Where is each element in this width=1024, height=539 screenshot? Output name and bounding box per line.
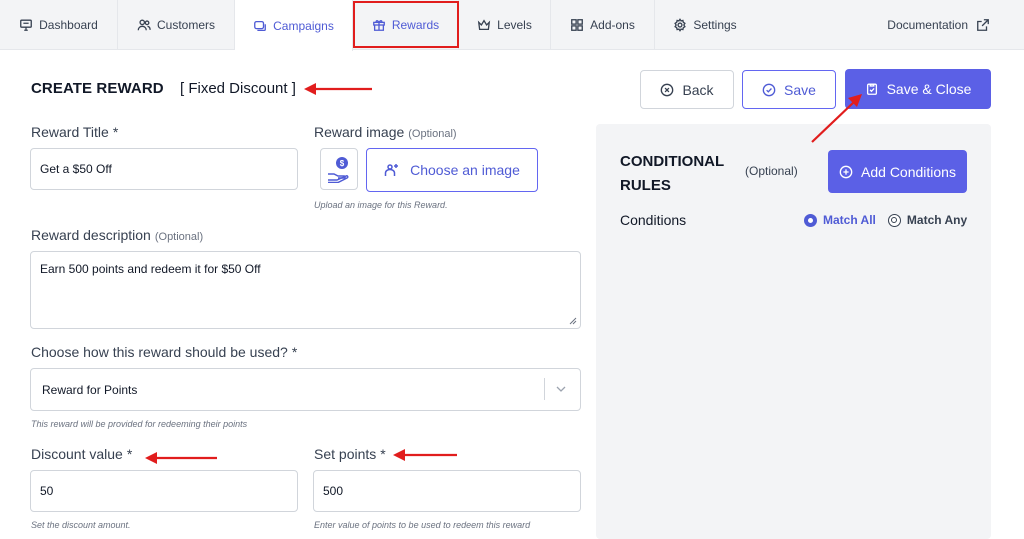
required-marker: *	[291, 344, 298, 360]
required-marker: *	[112, 124, 119, 140]
reward-image-thumbnail: $	[320, 148, 358, 190]
external-link-icon	[977, 19, 989, 31]
tab-label: Levels	[497, 18, 532, 32]
conditional-rules-title-line2: RULES	[620, 177, 671, 194]
tab-add-ons[interactable]: Add-ons	[551, 0, 655, 50]
back-label: Back	[682, 81, 714, 98]
discount-label: Discount value *	[31, 446, 132, 462]
resize-handle-icon[interactable]	[569, 317, 577, 325]
reward-title-value: Get a $50 Off	[40, 162, 112, 176]
reward-title-label: Reward Title *	[31, 124, 118, 140]
monitor-icon	[20, 19, 33, 31]
tab-label: Add-ons	[590, 18, 635, 32]
usage-label-text: Choose how this reward should be used?	[31, 344, 288, 360]
points-input[interactable]: 500	[313, 470, 581, 512]
discount-value-input[interactable]: 50	[30, 470, 298, 512]
reward-image-label-text: Reward image	[314, 124, 405, 140]
match-any-label: Match Any	[906, 213, 968, 227]
save-label: Save	[784, 81, 816, 98]
users-icon	[137, 19, 151, 31]
add-conditions-button[interactable]: Add Conditions	[828, 150, 967, 193]
usage-selected-value: Reward for Points	[42, 382, 138, 397]
conditional-rules-optional: (Optional)	[745, 164, 798, 178]
gear-icon	[674, 18, 687, 32]
usage-select[interactable]: Reward for Points	[30, 368, 581, 411]
documentation-link[interactable]: Documentation	[887, 0, 990, 50]
tab-campaigns[interactable]: Campaigns	[235, 0, 353, 51]
tab-label: Settings	[693, 18, 737, 32]
match-any-radio[interactable]	[887, 213, 901, 227]
discount-help-text: Set the discount amount.	[31, 520, 131, 530]
usage-help-text: This reward will be provided for redeemi…	[31, 419, 248, 429]
description-value: Earn 500 points and redeem it for $50 Of…	[40, 262, 261, 276]
tab-label: Dashboard	[39, 18, 98, 32]
tab-customers[interactable]: Customers	[118, 0, 235, 50]
check-circle-icon	[762, 83, 776, 96]
conditional-rules-title-line1: CONDITIONAL	[620, 153, 725, 170]
discount-label-text: Discount value	[31, 446, 123, 462]
gift-icon	[372, 20, 385, 31]
page-subtitle: [ Fixed Discount ]	[180, 80, 296, 97]
reward-title-input[interactable]: Get a $50 Off	[30, 148, 298, 190]
chevron-down-icon[interactable]	[555, 384, 567, 394]
description-textarea[interactable]: Earn 500 points and redeem it for $50 Of…	[30, 251, 581, 329]
choose-image-label: Choose an image	[410, 162, 520, 178]
points-help-text: Enter value of points to be used to rede…	[314, 520, 531, 530]
crown-icon	[478, 19, 491, 31]
annotation-arrow-title	[304, 83, 372, 95]
tab-rewards[interactable]: Rewards	[353, 0, 459, 50]
image-upload-icon	[384, 164, 399, 176]
required-marker: *	[126, 446, 133, 462]
points-value: 500	[323, 484, 344, 498]
clipboard-check-icon	[866, 83, 877, 95]
tab-label: Rewards	[391, 18, 440, 32]
reward-title-label-text: Reward Title	[31, 124, 109, 140]
back-button[interactable]: Back	[640, 70, 734, 109]
description-label: Reward description (Optional)	[31, 227, 203, 243]
conditional-rules-title: CONDITIONAL RULES	[620, 150, 740, 198]
reward-hand-coin-icon: $	[328, 157, 349, 183]
tab-label: Campaigns	[273, 18, 334, 33]
select-separator	[544, 378, 545, 400]
tab-settings[interactable]: Settings	[655, 0, 755, 50]
required-marker: *	[380, 446, 386, 462]
discount-value: 50	[40, 484, 54, 498]
points-label: Set points *	[314, 446, 386, 462]
top-nav: Dashboard Customers Campaigns Rewards Le…	[0, 0, 1024, 51]
megaphone-icon	[254, 20, 267, 31]
save-button[interactable]: Save	[742, 70, 836, 109]
save-and-close-button[interactable]: Save & Close	[845, 69, 991, 109]
usage-label: Choose how this reward should be used? *	[31, 344, 297, 360]
choose-image-button[interactable]: Choose an image	[366, 148, 538, 192]
tab-dashboard[interactable]: Dashboard	[0, 0, 118, 50]
match-all-radio[interactable]	[804, 213, 817, 227]
optional-tag: (Optional)	[408, 128, 457, 140]
optional-tag: (Optional)	[154, 231, 204, 243]
points-label-text: Set points	[314, 446, 377, 462]
documentation-label: Documentation	[887, 18, 968, 32]
reward-image-label: Reward image (Optional)	[314, 124, 457, 140]
page-title: CREATE REWARD	[31, 80, 164, 97]
add-conditions-label: Add Conditions	[861, 163, 956, 180]
conditions-label: Conditions	[620, 212, 687, 228]
grid-icon	[571, 19, 584, 31]
image-help-text: Upload an image for this Reward.	[314, 200, 448, 210]
description-label-text: Reward description	[31, 227, 151, 243]
close-circle-icon	[661, 83, 674, 96]
annotation-arrow-points	[393, 449, 457, 461]
annotation-arrow-discount	[145, 452, 217, 464]
save-and-close-label: Save & Close	[886, 81, 972, 97]
tab-label: Customers	[156, 18, 215, 32]
tab-levels[interactable]: Levels	[459, 0, 551, 50]
match-mode-radio-group: Match All Match Any	[804, 213, 967, 227]
plus-circle-icon	[839, 165, 853, 178]
svg-text:$: $	[340, 159, 345, 168]
match-all-label: Match All	[823, 213, 876, 227]
